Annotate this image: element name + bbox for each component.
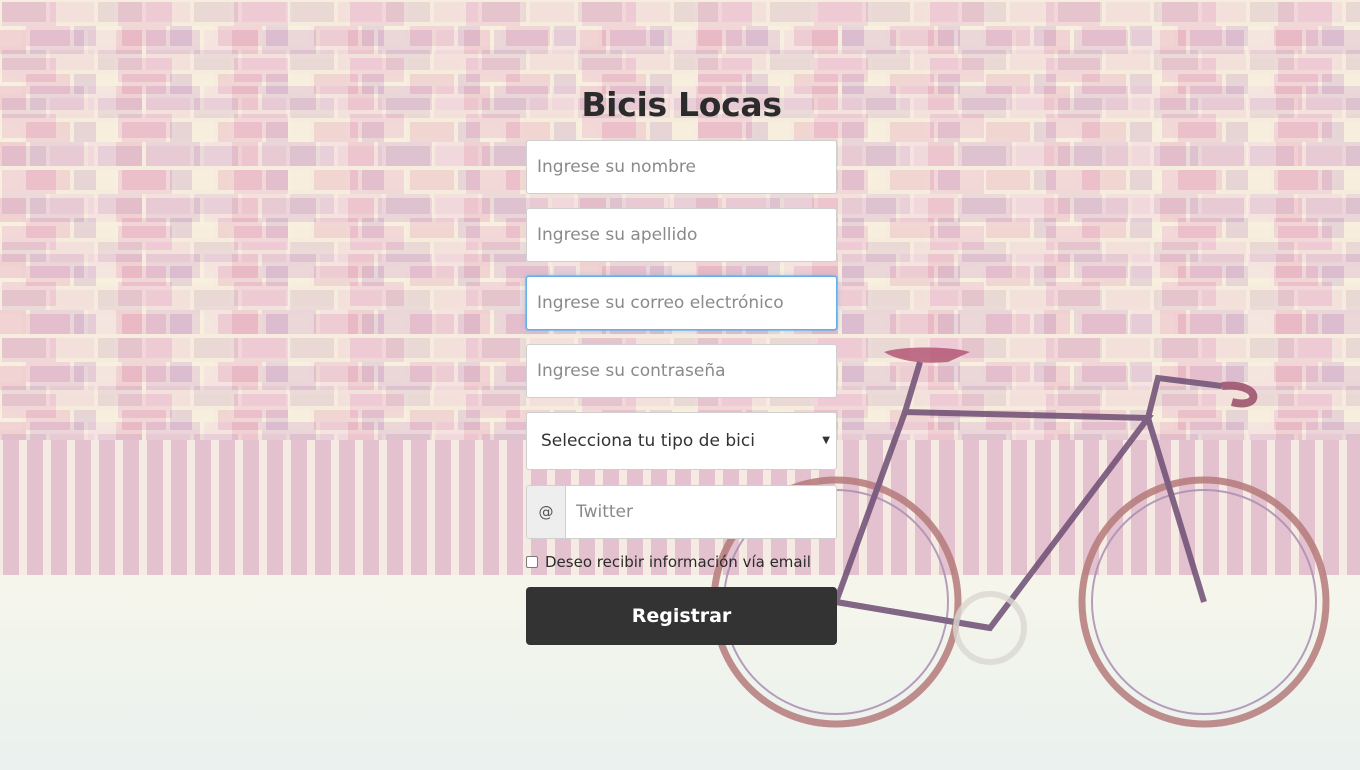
newsletter-option: Deseo recibir información vía email (526, 551, 837, 573)
bike-type-select[interactable]: Selecciona tu tipo de bici ▼ (526, 412, 837, 470)
twitter-input[interactable] (566, 486, 836, 538)
page-title: Bicis Locas (581, 85, 782, 124)
twitter-input-group: @ (526, 485, 837, 539)
password-input[interactable] (526, 344, 837, 398)
newsletter-checkbox[interactable] (526, 556, 538, 568)
newsletter-label[interactable]: Deseo recibir información vía email (545, 553, 811, 571)
name-input[interactable] (526, 140, 837, 194)
lastname-input[interactable] (526, 208, 837, 262)
dropdown-arrow-icon: ▼ (822, 435, 830, 446)
bike-type-selected-value: Selecciona tu tipo de bici (541, 431, 755, 451)
register-button[interactable]: Registrar (526, 587, 837, 645)
registration-page: Bicis Locas Selecciona tu tipo de bici ▼… (0, 0, 1360, 770)
registration-form: Bicis Locas Selecciona tu tipo de bici ▼… (526, 84, 837, 645)
email-input[interactable] (526, 276, 837, 330)
at-sign-addon: @ (527, 486, 566, 538)
